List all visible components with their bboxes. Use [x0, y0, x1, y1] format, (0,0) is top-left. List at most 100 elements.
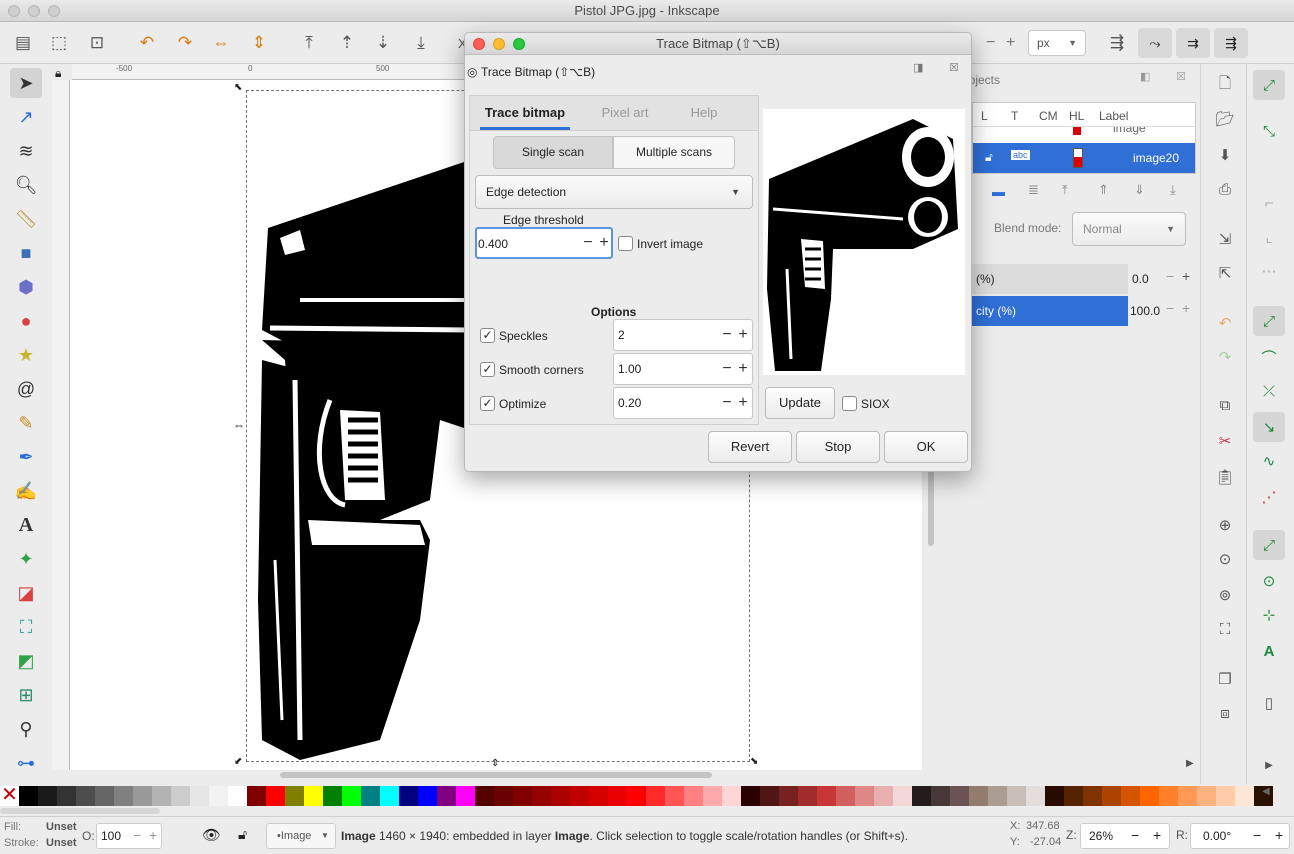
- spray-tool-icon[interactable]: ✦: [10, 544, 42, 574]
- snap-others-button[interactable]: ⇉: [1176, 28, 1210, 58]
- opacity-slider[interactable]: city (%): [972, 296, 1128, 326]
- opacity-input[interactable]: 100 − +: [96, 823, 162, 849]
- optimize-checkbox[interactable]: ✓: [480, 396, 495, 411]
- smooth-corners-checkbox[interactable]: ✓: [480, 362, 495, 377]
- single-scan-button[interactable]: Single scan: [493, 136, 613, 169]
- clone-icon[interactable]: ⧈: [1209, 698, 1241, 728]
- color-swatch[interactable]: [190, 786, 209, 806]
- blur-plus-button[interactable]: +: [1182, 268, 1190, 284]
- pen-tool-icon[interactable]: ✒: [10, 442, 42, 472]
- undo-icon[interactable]: ↶: [1209, 308, 1241, 338]
- color-swatch[interactable]: [247, 786, 266, 806]
- import-icon[interactable]: ⇲: [1209, 224, 1241, 254]
- palette-scroll-icon[interactable]: ◀: [1262, 786, 1270, 797]
- remove-object-icon[interactable]: ▬: [992, 184, 1005, 199]
- panel-dock-icon[interactable]: ◨: [913, 61, 923, 74]
- color-swatch[interactable]: [418, 786, 437, 806]
- panel-close-icon[interactable]: ☒: [949, 61, 959, 74]
- color-swatch[interactable]: [285, 786, 304, 806]
- panel-scroll-right-icon[interactable]: ▶: [1186, 758, 1194, 769]
- threshold-plus-button[interactable]: +: [595, 229, 613, 259]
- color-swatch[interactable]: [855, 786, 874, 806]
- dialog-zoom-button[interactable]: [513, 38, 525, 50]
- snap-nodes-icon[interactable]: ⤢: [1253, 306, 1285, 336]
- tweak-tool-icon[interactable]: ≋: [10, 136, 42, 166]
- unit-select[interactable]: px ▼: [1028, 30, 1086, 56]
- invert-image-checkbox[interactable]: [618, 236, 633, 251]
- color-swatch[interactable]: [133, 786, 152, 806]
- color-swatch[interactable]: [703, 786, 722, 806]
- color-swatch[interactable]: [1159, 786, 1178, 806]
- corner-handle-icon[interactable]: ⬉: [234, 82, 242, 93]
- scale-handle-icon[interactable]: ⇕: [491, 758, 499, 769]
- vertical-scrollbar[interactable]: [928, 460, 934, 546]
- snap-others-icon[interactable]: ⤢: [1253, 530, 1285, 560]
- opacity-plus-button[interactable]: +: [149, 827, 157, 843]
- lower-to-bottom-icon[interactable]: ⤓: [410, 32, 432, 54]
- lock-guides-icon[interactable]: 🔒︎: [55, 66, 61, 81]
- color-swatch[interactable]: [684, 786, 703, 806]
- edge-threshold-input[interactable]: 0.400 − +: [475, 227, 613, 259]
- panel-dock-icon[interactable]: ◧: [1140, 70, 1150, 83]
- export-icon[interactable]: ⇱: [1209, 258, 1241, 288]
- color-swatch[interactable]: [1026, 786, 1045, 806]
- blur-minus-button[interactable]: −: [1166, 268, 1174, 284]
- trace-mode-select[interactable]: Edge detection ▼: [475, 175, 753, 209]
- list-item[interactable]: image: [973, 127, 1195, 137]
- blur-slider[interactable]: (%): [972, 264, 1128, 294]
- color-swatch[interactable]: [209, 786, 228, 806]
- multiple-scans-button[interactable]: Multiple scans: [613, 136, 735, 169]
- color-swatch[interactable]: [361, 786, 380, 806]
- deselect-icon[interactable]: ⊡: [86, 32, 108, 54]
- color-swatch[interactable]: [570, 786, 589, 806]
- color-swatch[interactable]: [1102, 786, 1121, 806]
- color-swatch[interactable]: [1216, 786, 1235, 806]
- scale-handle-icon[interactable]: ⇔: [233, 418, 245, 432]
- rotation-input[interactable]: 0.00° − +: [1190, 823, 1290, 849]
- color-swatch[interactable]: [722, 786, 741, 806]
- zoom-page-icon[interactable]: ⊚: [1209, 580, 1241, 610]
- zoom-window-button[interactable]: [48, 5, 60, 17]
- color-swatch[interactable]: [627, 786, 646, 806]
- 3d-box-tool-icon[interactable]: ⬢: [10, 272, 42, 302]
- rotation-plus-button[interactable]: +: [1275, 827, 1283, 843]
- selector-tool-icon[interactable]: ➤: [10, 68, 42, 98]
- corner-handle-icon[interactable]: ⬋: [234, 756, 242, 767]
- color-swatch[interactable]: [551, 786, 570, 806]
- print-icon[interactable]: ⎙: [1209, 174, 1241, 204]
- optimize-plus-button[interactable]: +: [734, 388, 752, 418]
- gradient-tool-icon[interactable]: ◩: [10, 646, 42, 676]
- snap-smooth-icon[interactable]: ∿: [1253, 446, 1285, 476]
- update-button[interactable]: Update: [765, 387, 835, 419]
- eye-icon[interactable]: 👁︎: [202, 826, 221, 844]
- stop-button[interactable]: Stop: [796, 431, 880, 463]
- color-swatch[interactable]: [437, 786, 456, 806]
- snap-nodes-button[interactable]: ⤳: [1138, 28, 1172, 58]
- color-swatch[interactable]: [114, 786, 133, 806]
- corner-handle-icon[interactable]: ⬊: [750, 756, 758, 767]
- snap-paths-icon[interactable]: ⌒: [1253, 342, 1285, 372]
- color-swatch[interactable]: [893, 786, 912, 806]
- speckles-checkbox[interactable]: ✓: [480, 328, 495, 343]
- move-down-icon[interactable]: ⇓: [1134, 182, 1145, 198]
- color-swatch[interactable]: [1064, 786, 1083, 806]
- snap-bbox-icon[interactable]: ⇶: [1106, 32, 1128, 54]
- color-swatch[interactable]: [342, 786, 361, 806]
- color-swatch[interactable]: [1083, 786, 1102, 806]
- snap-cusp-icon[interactable]: ↘: [1253, 412, 1285, 442]
- unlock-icon[interactable]: 🔓︎: [985, 150, 993, 165]
- stroke-value[interactable]: Unset: [46, 837, 77, 849]
- zoom-width-icon[interactable]: ⛶: [1209, 614, 1241, 644]
- color-swatch[interactable]: [988, 786, 1007, 806]
- star-tool-icon[interactable]: ★: [10, 340, 42, 370]
- collapse-icon[interactable]: ≣: [1028, 182, 1039, 198]
- snap-midpoints-icon[interactable]: ⋰: [1253, 482, 1285, 512]
- paste-icon[interactable]: 📋︎: [1209, 462, 1241, 492]
- blur-value[interactable]: 0.0: [1132, 272, 1149, 286]
- move-to-bottom-icon[interactable]: ⤓: [1170, 182, 1176, 198]
- color-swatch[interactable]: [817, 786, 836, 806]
- smooth-plus-button[interactable]: +: [734, 354, 752, 384]
- pencil-tool-icon[interactable]: ✎: [10, 408, 42, 438]
- snap-center-icon[interactable]: ⊙: [1253, 566, 1285, 596]
- color-swatch[interactable]: [950, 786, 969, 806]
